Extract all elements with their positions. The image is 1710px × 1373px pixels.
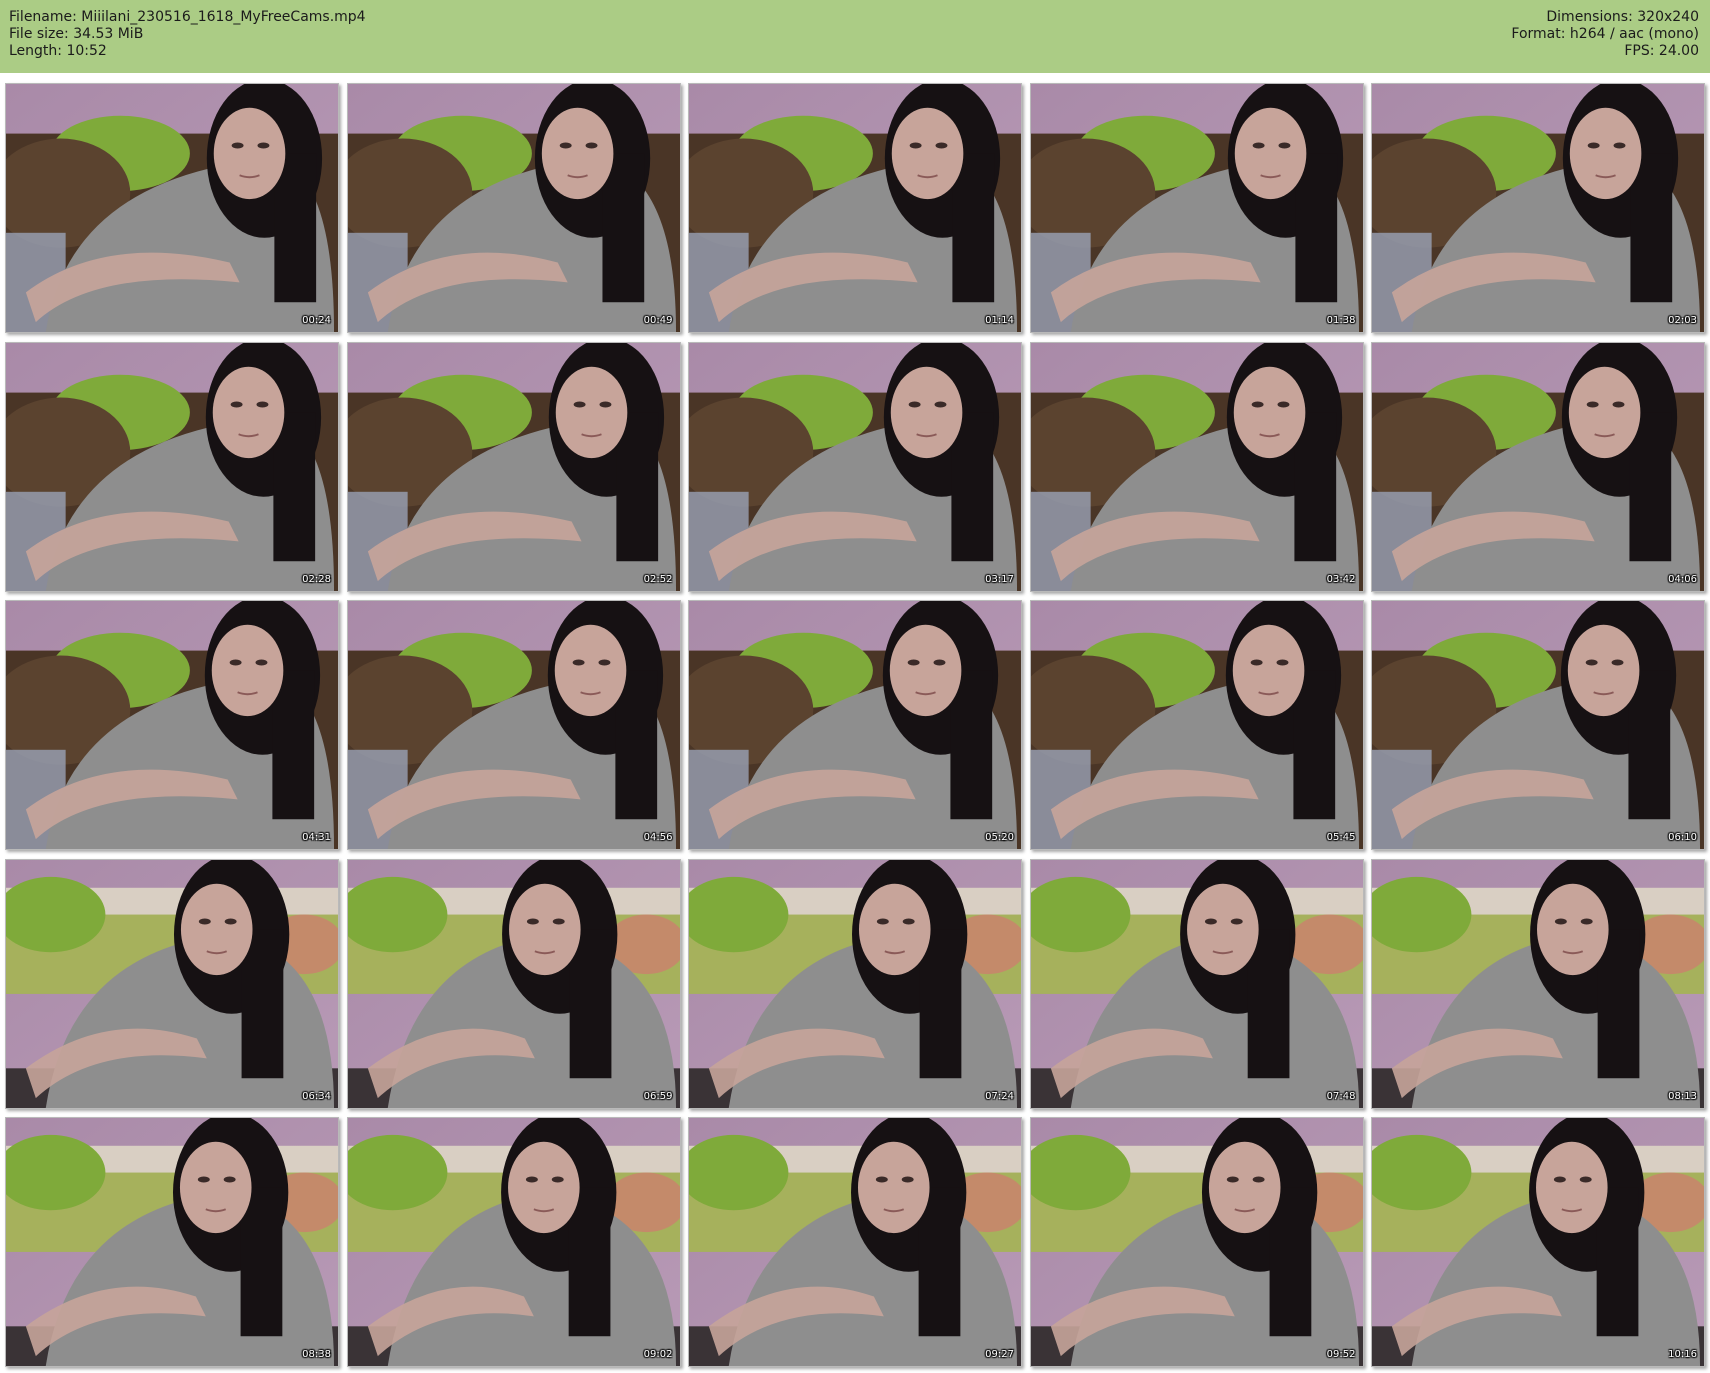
video-thumbnail: 06:34 (5, 858, 339, 1109)
timestamp-label: 06:59 (643, 1090, 673, 1102)
video-frame-picture (1372, 1118, 1704, 1366)
timestamp-label: 02:52 (643, 573, 673, 585)
timestamp-label: 08:38 (302, 1349, 331, 1360)
video-frame-picture (6, 84, 338, 332)
video-frame-picture (689, 601, 1021, 849)
video-thumbnail: 00:24 (5, 83, 339, 333)
video-thumbnail: 03:42 (1029, 341, 1364, 592)
timestamp-label: 04:31 (302, 832, 331, 843)
video-thumbnail: 01:14 (688, 83, 1022, 333)
timestamp-label: 00:49 (643, 315, 673, 326)
video-thumbnail: 02:52 (346, 341, 681, 592)
video-thumbnail: 07:48 (1029, 858, 1364, 1109)
timestamp-label: 04:06 (1668, 573, 1697, 585)
filename-text: Filename: Miiilani_230516_1618_MyFreeCam… (9, 9, 366, 25)
video-frame-picture (689, 859, 1021, 1108)
video-thumbnail: 08:13 (1371, 858, 1705, 1109)
video-frame-picture (347, 601, 680, 849)
format-text: Format: h264 / aac (mono) (1511, 26, 1699, 42)
video-thumbnail: 06:59 (346, 858, 681, 1109)
video-frame-picture (1030, 1118, 1363, 1366)
fps-text: FPS: 24.00 (1624, 43, 1699, 59)
timestamp-label: 00:24 (302, 315, 331, 326)
video-thumbnail: 00:49 (346, 83, 681, 333)
video-thumbnail: 09:27 (688, 1117, 1022, 1367)
timestamp-label: 06:10 (1668, 832, 1697, 843)
timestamp-label: 05:45 (1326, 832, 1356, 843)
video-thumbnail: 01:38 (1029, 83, 1364, 333)
video-frame-picture (1030, 342, 1363, 591)
info-header: Filename: Miiilani_230516_1618_MyFreeCam… (0, 0, 1710, 73)
timestamp-label: 02:28 (302, 573, 331, 585)
timestamp-label: 08:13 (1668, 1090, 1697, 1102)
timestamp-label: 09:02 (643, 1349, 673, 1360)
video-frame-picture (6, 859, 338, 1108)
timestamp-label: 10:16 (1668, 1349, 1697, 1360)
timestamp-label: 07:24 (985, 1090, 1014, 1102)
timestamp-label: 01:38 (1326, 315, 1356, 326)
video-frame-picture (1030, 601, 1363, 849)
video-frame-picture (689, 84, 1021, 332)
file-size-text: File size: 34.53 MiB (9, 26, 144, 42)
length-text: Length: 10:52 (9, 43, 107, 59)
thumbnail-grid: 00:24 00:49 01:14 01:38 02:03 02:28 02:52 03:17… (0, 73, 1710, 1373)
timestamp-label: 02:03 (1668, 315, 1697, 326)
timestamp-label: 05:20 (985, 832, 1014, 843)
timestamp-label: 01:14 (985, 315, 1014, 326)
video-thumbnail: 04:06 (1371, 341, 1705, 592)
video-thumbnail: 06:10 (1371, 600, 1705, 850)
video-frame-picture (1372, 601, 1704, 849)
timestamp-label: 03:42 (1326, 573, 1356, 585)
video-thumbnail: 05:45 (1029, 600, 1364, 850)
timestamp-label: 04:56 (643, 832, 673, 843)
video-thumbnail: 10:16 (1371, 1117, 1705, 1367)
stream-info: Dimensions: 320x240 Format: h264 / aac (… (1511, 9, 1699, 60)
timestamp-label: 03:17 (985, 573, 1014, 585)
video-frame-picture (1372, 859, 1704, 1108)
video-thumbnail: 03:17 (688, 341, 1022, 592)
video-thumbnail: 07:24 (688, 858, 1022, 1109)
video-thumbnail: 02:03 (1371, 83, 1705, 333)
video-frame-picture (347, 859, 680, 1108)
video-frame-picture (689, 1118, 1021, 1366)
video-frame-picture (1372, 342, 1704, 591)
video-frame-picture (347, 84, 680, 332)
video-frame-picture (6, 342, 338, 591)
video-thumbnail: 09:02 (346, 1117, 681, 1367)
video-thumbnail: 02:28 (5, 341, 339, 592)
video-frame-picture (1030, 859, 1363, 1108)
video-frame-picture (347, 342, 680, 591)
video-frame-picture (6, 601, 338, 849)
dimensions-text: Dimensions: 320x240 (1546, 9, 1699, 25)
timestamp-label: 07:48 (1326, 1090, 1356, 1102)
video-thumbnail: 04:31 (5, 600, 339, 850)
video-frame-picture (689, 342, 1021, 591)
video-frame-picture (6, 1118, 338, 1366)
video-thumbnail: 05:20 (688, 600, 1022, 850)
timestamp-label: 09:52 (1326, 1349, 1356, 1360)
timestamp-label: 06:34 (302, 1090, 331, 1102)
video-frame-picture (347, 1118, 680, 1366)
video-thumbnail: 09:52 (1029, 1117, 1364, 1367)
video-frame-picture (1372, 84, 1704, 332)
timestamp-label: 09:27 (985, 1349, 1014, 1360)
video-thumbnail: 08:38 (5, 1117, 339, 1367)
file-info: Filename: Miiilani_230516_1618_MyFreeCam… (9, 9, 366, 60)
video-thumbnail: 04:56 (346, 600, 681, 850)
video-frame-picture (1030, 84, 1363, 332)
